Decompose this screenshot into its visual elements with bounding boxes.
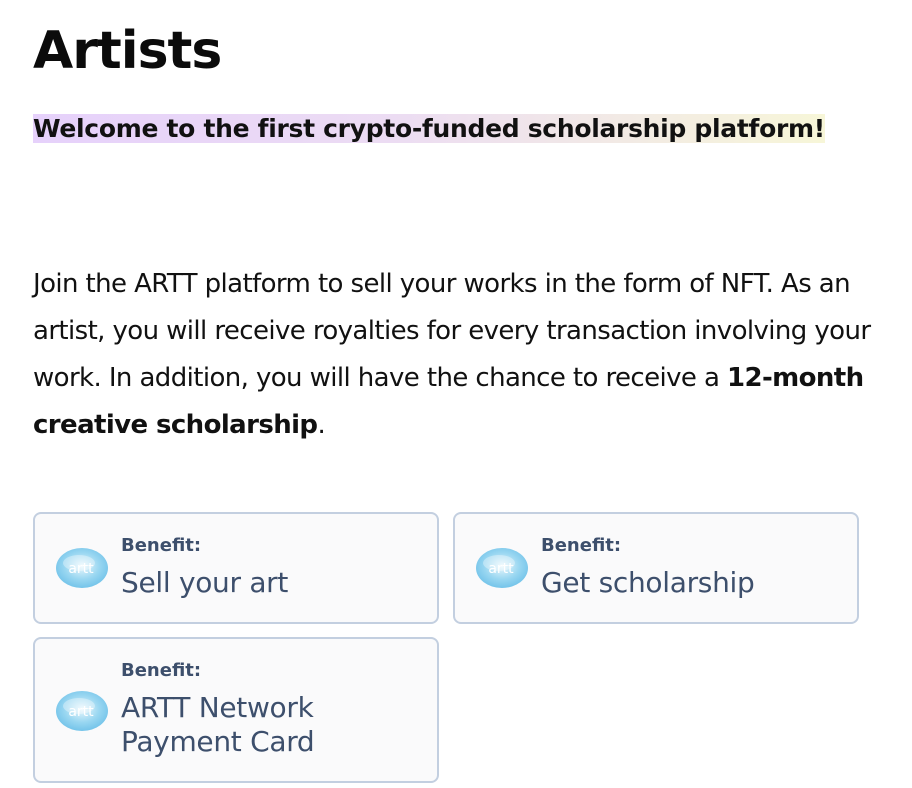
benefit-card-sell-art[interactable]: artt Benefit: Sell your art — [33, 512, 439, 624]
artt-logo-icon: artt — [55, 689, 109, 733]
logo-text: artt — [68, 704, 94, 720]
intro-paragraph: Join the ARTT platform to sell your work… — [33, 261, 893, 449]
benefit-label: Benefit: — [121, 535, 202, 556]
benefit-label: Benefit: — [121, 660, 202, 681]
page-title: Artists — [33, 21, 222, 81]
intro-ending: . — [317, 410, 326, 440]
benefit-card-get-scholarship[interactable]: artt Benefit: Get scholarship — [453, 512, 859, 624]
welcome-heading: Welcome to the first crypto-funded schol… — [33, 106, 833, 152]
benefit-label: Benefit: — [541, 535, 622, 556]
benefit-title: Get scholarship — [541, 566, 755, 599]
logo-text: artt — [488, 561, 514, 577]
artt-logo-icon: artt — [475, 546, 529, 590]
welcome-highlight: Welcome to the first crypto-funded schol… — [33, 114, 825, 143]
benefit-card-payment-card[interactable]: artt Benefit: ARTT Network Payment Card — [33, 637, 439, 783]
benefit-title: ARTT Network Payment Card — [121, 691, 315, 758]
artt-logo-icon: artt — [55, 546, 109, 590]
logo-text: artt — [68, 561, 94, 577]
benefit-title: Sell your art — [121, 566, 289, 599]
